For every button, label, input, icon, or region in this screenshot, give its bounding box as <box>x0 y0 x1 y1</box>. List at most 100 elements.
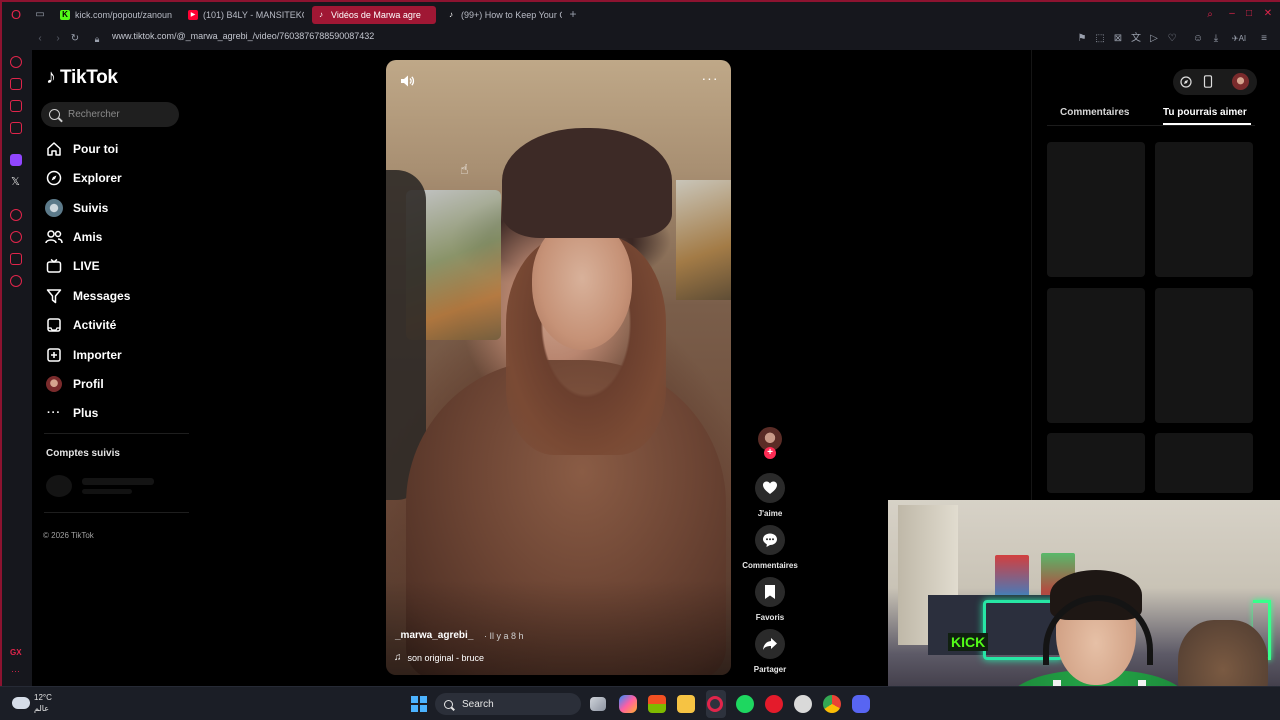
mouse-cursor-icon: ☝ <box>460 161 469 177</box>
history-icon[interactable] <box>10 56 22 68</box>
taskbar-search[interactable]: Search <box>435 693 581 715</box>
opera-browser-icon[interactable] <box>765 695 783 713</box>
nav-item-activite[interactable]: Activité <box>44 314 116 336</box>
nav-item-profil[interactable]: Profil <box>44 373 104 395</box>
sidebar-more-icon[interactable]: ··· <box>11 666 20 676</box>
account-avatar[interactable] <box>1232 73 1249 90</box>
weather-condition[interactable]: عالم <box>34 704 49 713</box>
github-icon[interactable] <box>794 695 812 713</box>
microsoft-store-icon[interactable] <box>648 695 666 713</box>
search-input[interactable] <box>68 109 168 120</box>
nav-item-pour-toi[interactable]: Pour toi <box>44 138 118 160</box>
nav-label: LIVE <box>73 259 100 273</box>
tab-suggestions[interactable]: Tu pourrais aimer <box>1163 107 1247 118</box>
follow-plus-icon[interactable]: + <box>764 447 776 459</box>
copilot-icon[interactable] <box>619 695 637 713</box>
nav-item-live[interactable]: LIVE <box>44 255 100 277</box>
mobile-device-icon[interactable] <box>1203 75 1217 89</box>
menu-icon[interactable]: ≡ <box>1258 33 1270 45</box>
forward-icon[interactable]: › <box>52 33 64 45</box>
pinboard-icon[interactable] <box>10 253 22 265</box>
browser-tab-tiktok[interactable]: ♪ (99+) How to Keep Your Ge <box>442 6 562 24</box>
reload-icon[interactable]: ↻ <box>69 33 81 45</box>
url-field[interactable]: www.tiktok.com/@_marwa_agrebi_/video/760… <box>112 31 374 41</box>
messenger-icon[interactable] <box>10 100 22 112</box>
nav-item-suivis[interactable]: Suivis <box>44 197 108 219</box>
opera-gx-taskbar-icon[interactable] <box>707 696 723 712</box>
like-label: J'aime <box>757 509 783 518</box>
maximize-icon[interactable]: □ <box>1243 8 1255 20</box>
new-tab-icon[interactable]: + <box>567 8 579 20</box>
chrome-icon[interactable] <box>823 695 841 713</box>
settings-gear-icon[interactable] <box>10 275 22 287</box>
comments-button[interactable] <box>755 525 785 555</box>
heart-icon[interactable]: ♡ <box>1166 33 1178 45</box>
tiktok-logo[interactable]: ♪ TikTok <box>46 66 118 89</box>
clock-icon[interactable] <box>10 231 22 243</box>
like-button[interactable] <box>755 473 785 503</box>
tabs-divider <box>1047 125 1255 126</box>
minimize-icon[interactable]: – <box>1226 8 1238 20</box>
opera-logo-icon[interactable]: O <box>10 8 22 21</box>
gx-corner-icon[interactable]: GX <box>10 648 22 657</box>
compass-small-icon[interactable] <box>1180 75 1194 89</box>
copyright-text: © 2026 TikTok <box>43 531 94 540</box>
download-icon[interactable]: ⤓ <box>1210 33 1222 45</box>
back-icon[interactable]: ‹ <box>34 33 46 45</box>
opera-sidebar: 𝕏 GX ··· <box>0 50 32 686</box>
nav-item-explorer[interactable]: Explorer <box>44 167 122 189</box>
weather-temperature[interactable]: 12°C <box>34 693 52 702</box>
live-tv-icon <box>44 256 64 276</box>
nav-label: Profil <box>73 377 104 391</box>
nav-item-amis[interactable]: Amis <box>44 226 102 248</box>
bookmark-icon <box>765 585 775 599</box>
nav-item-importer[interactable]: Importer <box>44 344 122 366</box>
twitch-icon[interactable] <box>10 154 22 166</box>
followed-accounts-title: Comptes suivis <box>46 448 120 459</box>
video-scene-fur-hat <box>502 128 672 238</box>
favorites-button[interactable] <box>755 577 785 607</box>
tab-overview-icon[interactable]: ▭ <box>34 9 46 21</box>
suggestion-skeleton <box>1155 142 1253 277</box>
share-button[interactable] <box>755 629 785 659</box>
suggestion-skeleton <box>1047 433 1145 493</box>
activity-icon <box>44 315 64 335</box>
discord-icon[interactable] <box>852 695 870 713</box>
nav-label: Importer <box>73 348 122 362</box>
nav-item-messages[interactable]: Messages <box>44 285 130 307</box>
search-box[interactable] <box>41 102 179 127</box>
player-icon[interactable]: ▷ <box>1148 33 1160 45</box>
tab-comments[interactable]: Commentaires <box>1060 107 1129 118</box>
x-twitter-icon[interactable]: 𝕏 <box>11 175 20 188</box>
search-tabs-icon[interactable]: ⌕ <box>1204 9 1216 21</box>
footer-divider <box>44 512 189 513</box>
browser-tab-youtube[interactable]: ▶ (101) B4LY - MANSITEKCI <box>184 6 304 24</box>
shopping-icon[interactable] <box>10 78 22 90</box>
heart-icon <box>763 481 777 494</box>
browser-tab-tiktok-active[interactable]: ♪ Vidéos de Marwa agre <box>312 6 436 24</box>
video-sound[interactable]: ♫ son original - bruce <box>394 652 484 663</box>
file-explorer-icon[interactable] <box>677 695 695 713</box>
volume-icon[interactable] <box>399 73 415 89</box>
video-more-options-icon[interactable]: ··· <box>700 71 720 88</box>
messages-icon <box>44 286 64 306</box>
browser-tab-kick[interactable]: K kick.com/popout/zanoun <box>56 6 174 24</box>
close-icon[interactable]: ✕ <box>1262 8 1274 20</box>
player-side-icon[interactable] <box>10 209 22 221</box>
aria-ai-icon[interactable]: ✈AI <box>1230 33 1248 45</box>
adblock-icon[interactable]: ⊠ <box>1112 33 1124 45</box>
account-icon[interactable]: ☺ <box>1192 33 1204 45</box>
spotify-icon[interactable] <box>736 695 754 713</box>
suggestion-skeleton <box>1155 433 1253 493</box>
youtube-music-icon[interactable] <box>10 122 22 134</box>
translate-icon[interactable]: 文 <box>1130 33 1142 45</box>
weather-cloud-icon[interactable] <box>12 697 30 709</box>
nav-item-plus[interactable]: ··· Plus <box>44 402 98 424</box>
tab-label: (99+) How to Keep Your Ge <box>461 10 562 20</box>
task-view-icon[interactable] <box>590 697 606 711</box>
snapshot-icon[interactable]: ⬚ <box>1094 33 1106 45</box>
bookmark-icon[interactable]: ⚑ <box>1076 33 1088 45</box>
windows-start-icon[interactable] <box>411 696 427 712</box>
video-player[interactable] <box>386 60 731 675</box>
video-author[interactable]: _marwa_agrebi_ <box>395 630 473 641</box>
